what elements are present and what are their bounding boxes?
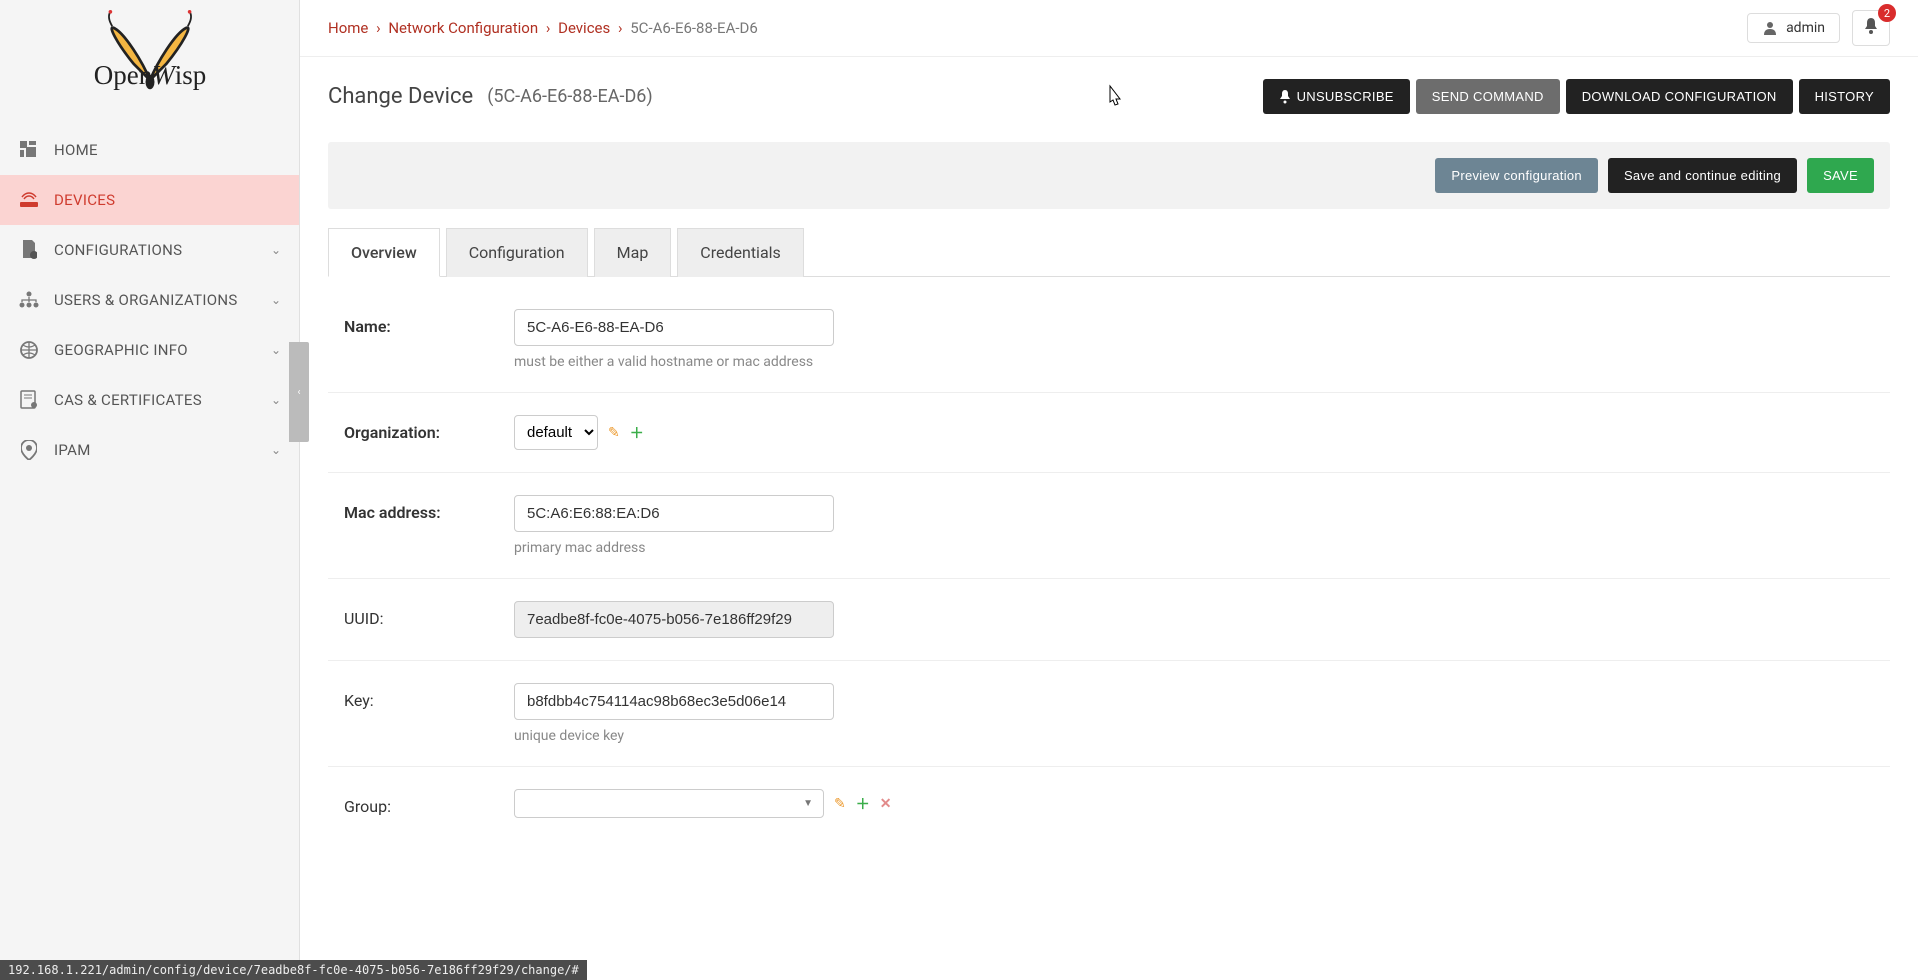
svg-text:OpenWisp: OpenWisp	[93, 60, 206, 90]
help-key: unique device key	[514, 728, 1034, 744]
sidebar-item-devices[interactable]: DEVICES	[0, 175, 299, 225]
field-organization: Organization: default ✎ ＋	[328, 393, 1890, 473]
save-and-continue-button[interactable]: Save and continue editing	[1608, 158, 1797, 193]
organization-select[interactable]: default	[514, 415, 598, 450]
sidebar-item-users-orgs[interactable]: USERS & ORGANIZATIONS ⌄	[0, 275, 299, 325]
username: admin	[1786, 20, 1825, 36]
tab-map[interactable]: Map	[594, 228, 672, 277]
sidebar-label: CONFIGURATIONS	[54, 241, 271, 259]
chevron-down-icon: ⌄	[271, 393, 281, 407]
sidebar-label: DEVICES	[54, 191, 281, 209]
tabs: Overview Configuration Map Credentials	[328, 227, 1890, 277]
sidebar: OpenWisp HOME DEVICES CONFIGURATIONS	[0, 0, 300, 980]
router-icon	[18, 189, 40, 211]
help-mac: primary mac address	[514, 540, 1034, 556]
chevron-down-icon: ⌄	[271, 343, 281, 357]
sidebar-label: CAS & CERTIFICATES	[54, 391, 271, 409]
tab-overview[interactable]: Overview	[328, 228, 440, 277]
edit-icon[interactable]: ✎	[608, 425, 620, 441]
edit-icon[interactable]: ✎	[834, 796, 846, 812]
chevron-down-icon: ▼	[803, 798, 813, 809]
field-uuid: UUID:	[328, 579, 1890, 661]
tab-credentials[interactable]: Credentials	[677, 228, 804, 277]
send-command-button[interactable]: SEND COMMAND	[1416, 79, 1560, 114]
breadcrumb-home[interactable]: Home	[328, 19, 368, 37]
label-uuid: UUID:	[344, 601, 514, 628]
action-bar: Preview configuration Save and continue …	[328, 142, 1890, 209]
file-icon	[18, 239, 40, 261]
tab-configuration[interactable]: Configuration	[446, 228, 588, 277]
download-configuration-button[interactable]: DOWNLOAD CONFIGURATION	[1566, 79, 1793, 114]
mac-input[interactable]	[514, 495, 834, 532]
topbar: Home › Network Configuration › Devices ›…	[300, 0, 1918, 57]
unsubscribe-button[interactable]: UNSUBSCRIBE	[1263, 79, 1410, 114]
add-icon[interactable]: ＋	[856, 794, 870, 814]
page-header: Change Device (5C-A6-E6-88-EA-D6) UNSUBS…	[300, 57, 1918, 142]
remove-icon[interactable]: ✕	[880, 796, 892, 812]
sidebar-item-configurations[interactable]: CONFIGURATIONS ⌄	[0, 225, 299, 275]
chevron-down-icon: ⌄	[271, 243, 281, 257]
page-subtitle: (5C-A6-E6-88-EA-D6)	[487, 86, 652, 107]
label-mac: Mac address:	[344, 495, 514, 522]
breadcrumb-nc[interactable]: Network Configuration	[388, 19, 538, 37]
history-button[interactable]: HISTORY	[1799, 79, 1890, 114]
bell-icon	[1279, 90, 1291, 104]
collapse-sidebar-handle[interactable]: ‹	[289, 342, 309, 442]
notification-count: 2	[1878, 4, 1896, 22]
uuid-input	[514, 601, 834, 638]
breadcrumb: Home › Network Configuration › Devices ›…	[328, 19, 1747, 37]
status-bar-url: 192.168.1.221/admin/config/device/7eadbe…	[0, 960, 587, 980]
field-mac: Mac address: primary mac address	[328, 473, 1890, 579]
logo[interactable]: OpenWisp	[0, 0, 299, 115]
chevron-down-icon: ⌄	[271, 293, 281, 307]
dashboard-icon	[18, 139, 40, 161]
name-input[interactable]	[514, 309, 834, 346]
label-name: Name:	[344, 309, 514, 336]
sidebar-item-cas[interactable]: CAS & CERTIFICATES ⌄	[0, 375, 299, 425]
sidebar-item-ipam[interactable]: IPAM ⌄	[0, 425, 299, 475]
breadcrumb-current: 5C-A6-E6-88-EA-D6	[630, 19, 758, 37]
label-key: Key:	[344, 683, 514, 710]
field-name: Name: must be either a valid hostname or…	[328, 287, 1890, 393]
chevron-down-icon: ⌄	[271, 443, 281, 457]
user-menu[interactable]: admin	[1747, 13, 1840, 43]
sidebar-item-home[interactable]: HOME	[0, 125, 299, 175]
field-group: Group: ▼ ✎ ＋ ✕	[328, 767, 1890, 840]
form-overview: Name: must be either a valid hostname or…	[300, 277, 1918, 880]
field-key: Key: unique device key	[328, 661, 1890, 767]
help-name: must be either a valid hostname or mac a…	[514, 354, 1034, 370]
sidebar-label: USERS & ORGANIZATIONS	[54, 291, 271, 309]
breadcrumb-devices[interactable]: Devices	[558, 19, 610, 37]
preview-configuration-button[interactable]: Preview configuration	[1435, 158, 1598, 193]
sidebar-label: HOME	[54, 141, 281, 159]
sidebar-label: GEOGRAPHIC INFO	[54, 341, 271, 359]
orgchart-icon	[18, 289, 40, 311]
notifications-button[interactable]: 2	[1852, 10, 1890, 46]
main-content: Home › Network Configuration › Devices ›…	[300, 0, 1918, 980]
location-icon	[18, 439, 40, 461]
key-input[interactable]	[514, 683, 834, 720]
label-organization: Organization:	[344, 415, 514, 442]
add-icon[interactable]: ＋	[630, 423, 644, 443]
page-title: Change Device	[328, 84, 473, 109]
bell-icon	[1863, 17, 1879, 35]
sidebar-item-geographic[interactable]: GEOGRAPHIC INFO ⌄	[0, 325, 299, 375]
group-select[interactable]: ▼	[514, 789, 824, 818]
user-icon	[1762, 20, 1778, 36]
label-group: Group:	[344, 789, 514, 816]
sidebar-label: IPAM	[54, 441, 271, 459]
certificate-icon	[18, 389, 40, 411]
globe-icon	[18, 339, 40, 361]
save-button[interactable]: SAVE	[1807, 158, 1874, 193]
